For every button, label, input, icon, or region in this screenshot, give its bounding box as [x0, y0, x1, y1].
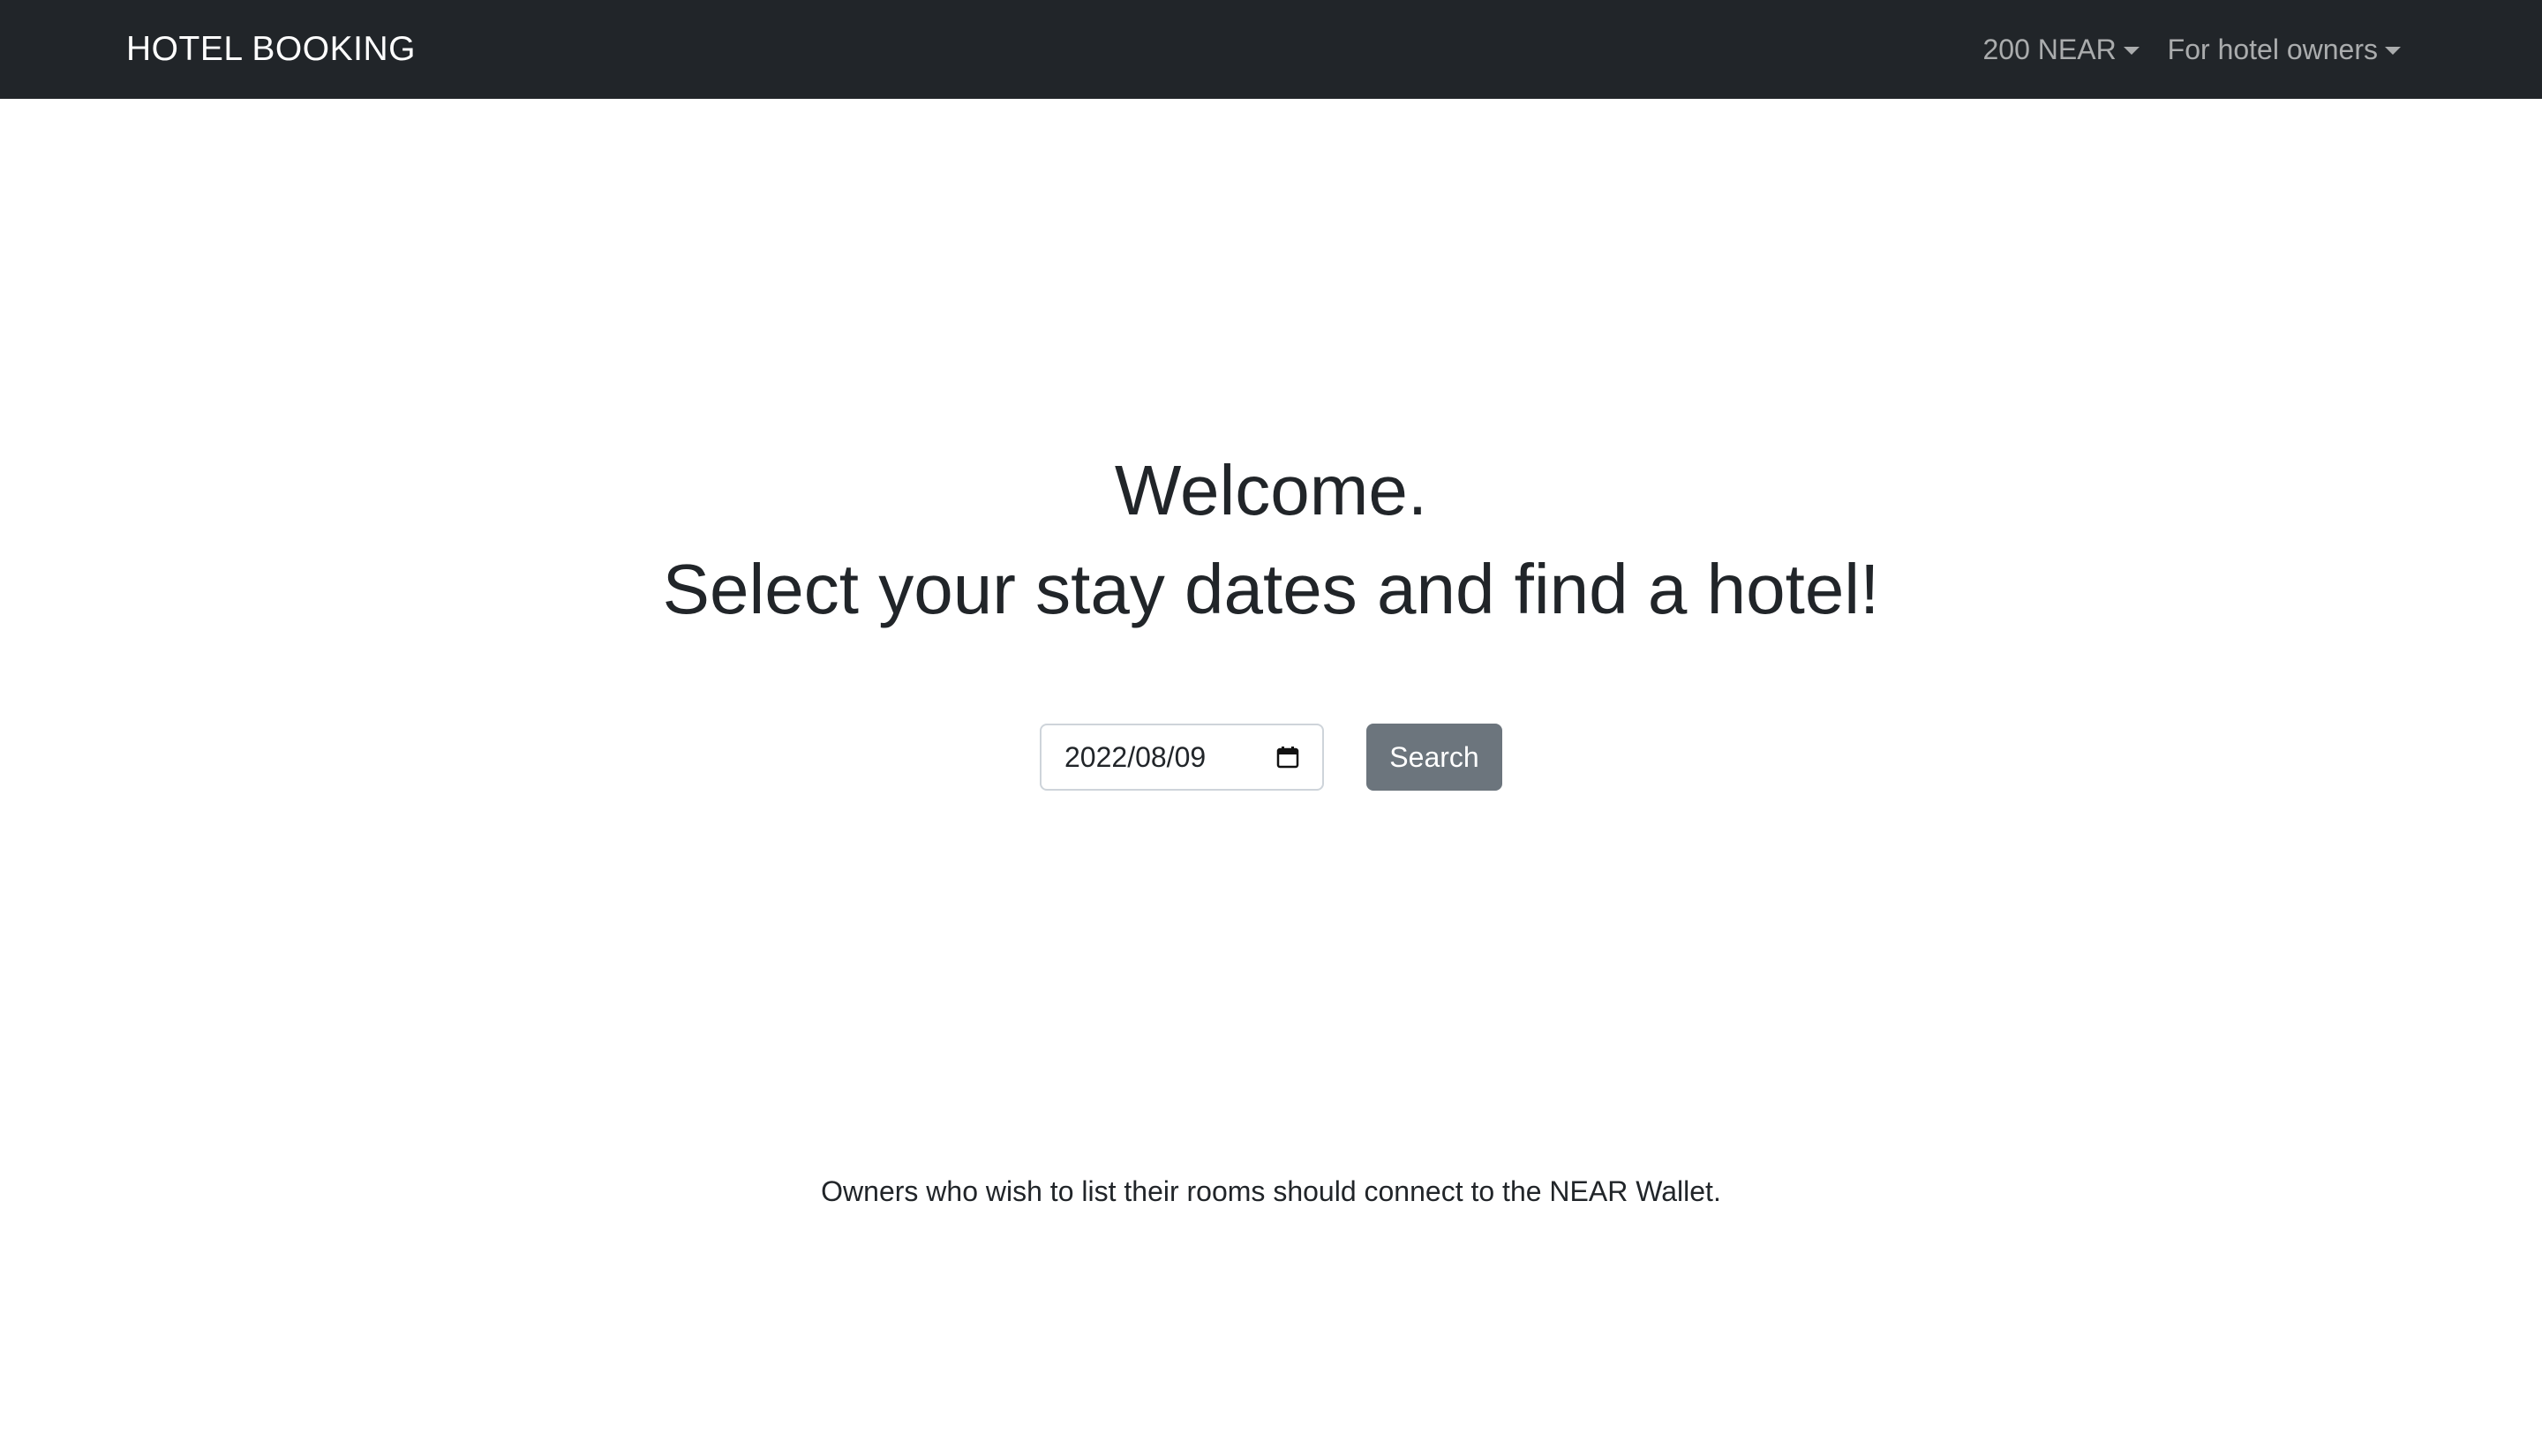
stay-date-input[interactable]: 2022/08/09	[1040, 724, 1324, 791]
caret-down-icon	[2385, 46, 2401, 55]
balance-dropdown-label: 200 NEAR	[1982, 33, 2117, 65]
hotel-owners-dropdown-label: For hotel owners	[2167, 33, 2378, 65]
welcome-heading: Welcome.	[1114, 451, 1428, 529]
stay-date-value: 2022/08/09	[1064, 740, 1207, 773]
brand-logo-link[interactable]: HOTEL BOOKING	[126, 0, 416, 99]
search-form: 2022/08/09 Search	[0, 724, 2542, 791]
balance-dropdown[interactable]: 200 NEAR	[1982, 33, 2140, 66]
caret-down-icon	[2123, 46, 2140, 55]
navbar-right-menu: 200 NEAR For hotel owners	[1982, 0, 2401, 99]
select-dates-heading: Select your stay dates and find a hotel!	[662, 550, 1880, 628]
calendar-icon[interactable]	[1276, 746, 1299, 769]
hotel-owners-dropdown[interactable]: For hotel owners	[2168, 34, 2401, 66]
top-navbar: HOTEL BOOKING 200 NEAR For hotel owners	[0, 0, 2542, 99]
welcome-hero: Welcome. Select your stay dates and find…	[0, 441, 2542, 639]
search-button[interactable]: Search	[1366, 724, 1502, 791]
owners-wallet-note: Owners who wish to list their rooms shou…	[821, 1175, 1721, 1207]
